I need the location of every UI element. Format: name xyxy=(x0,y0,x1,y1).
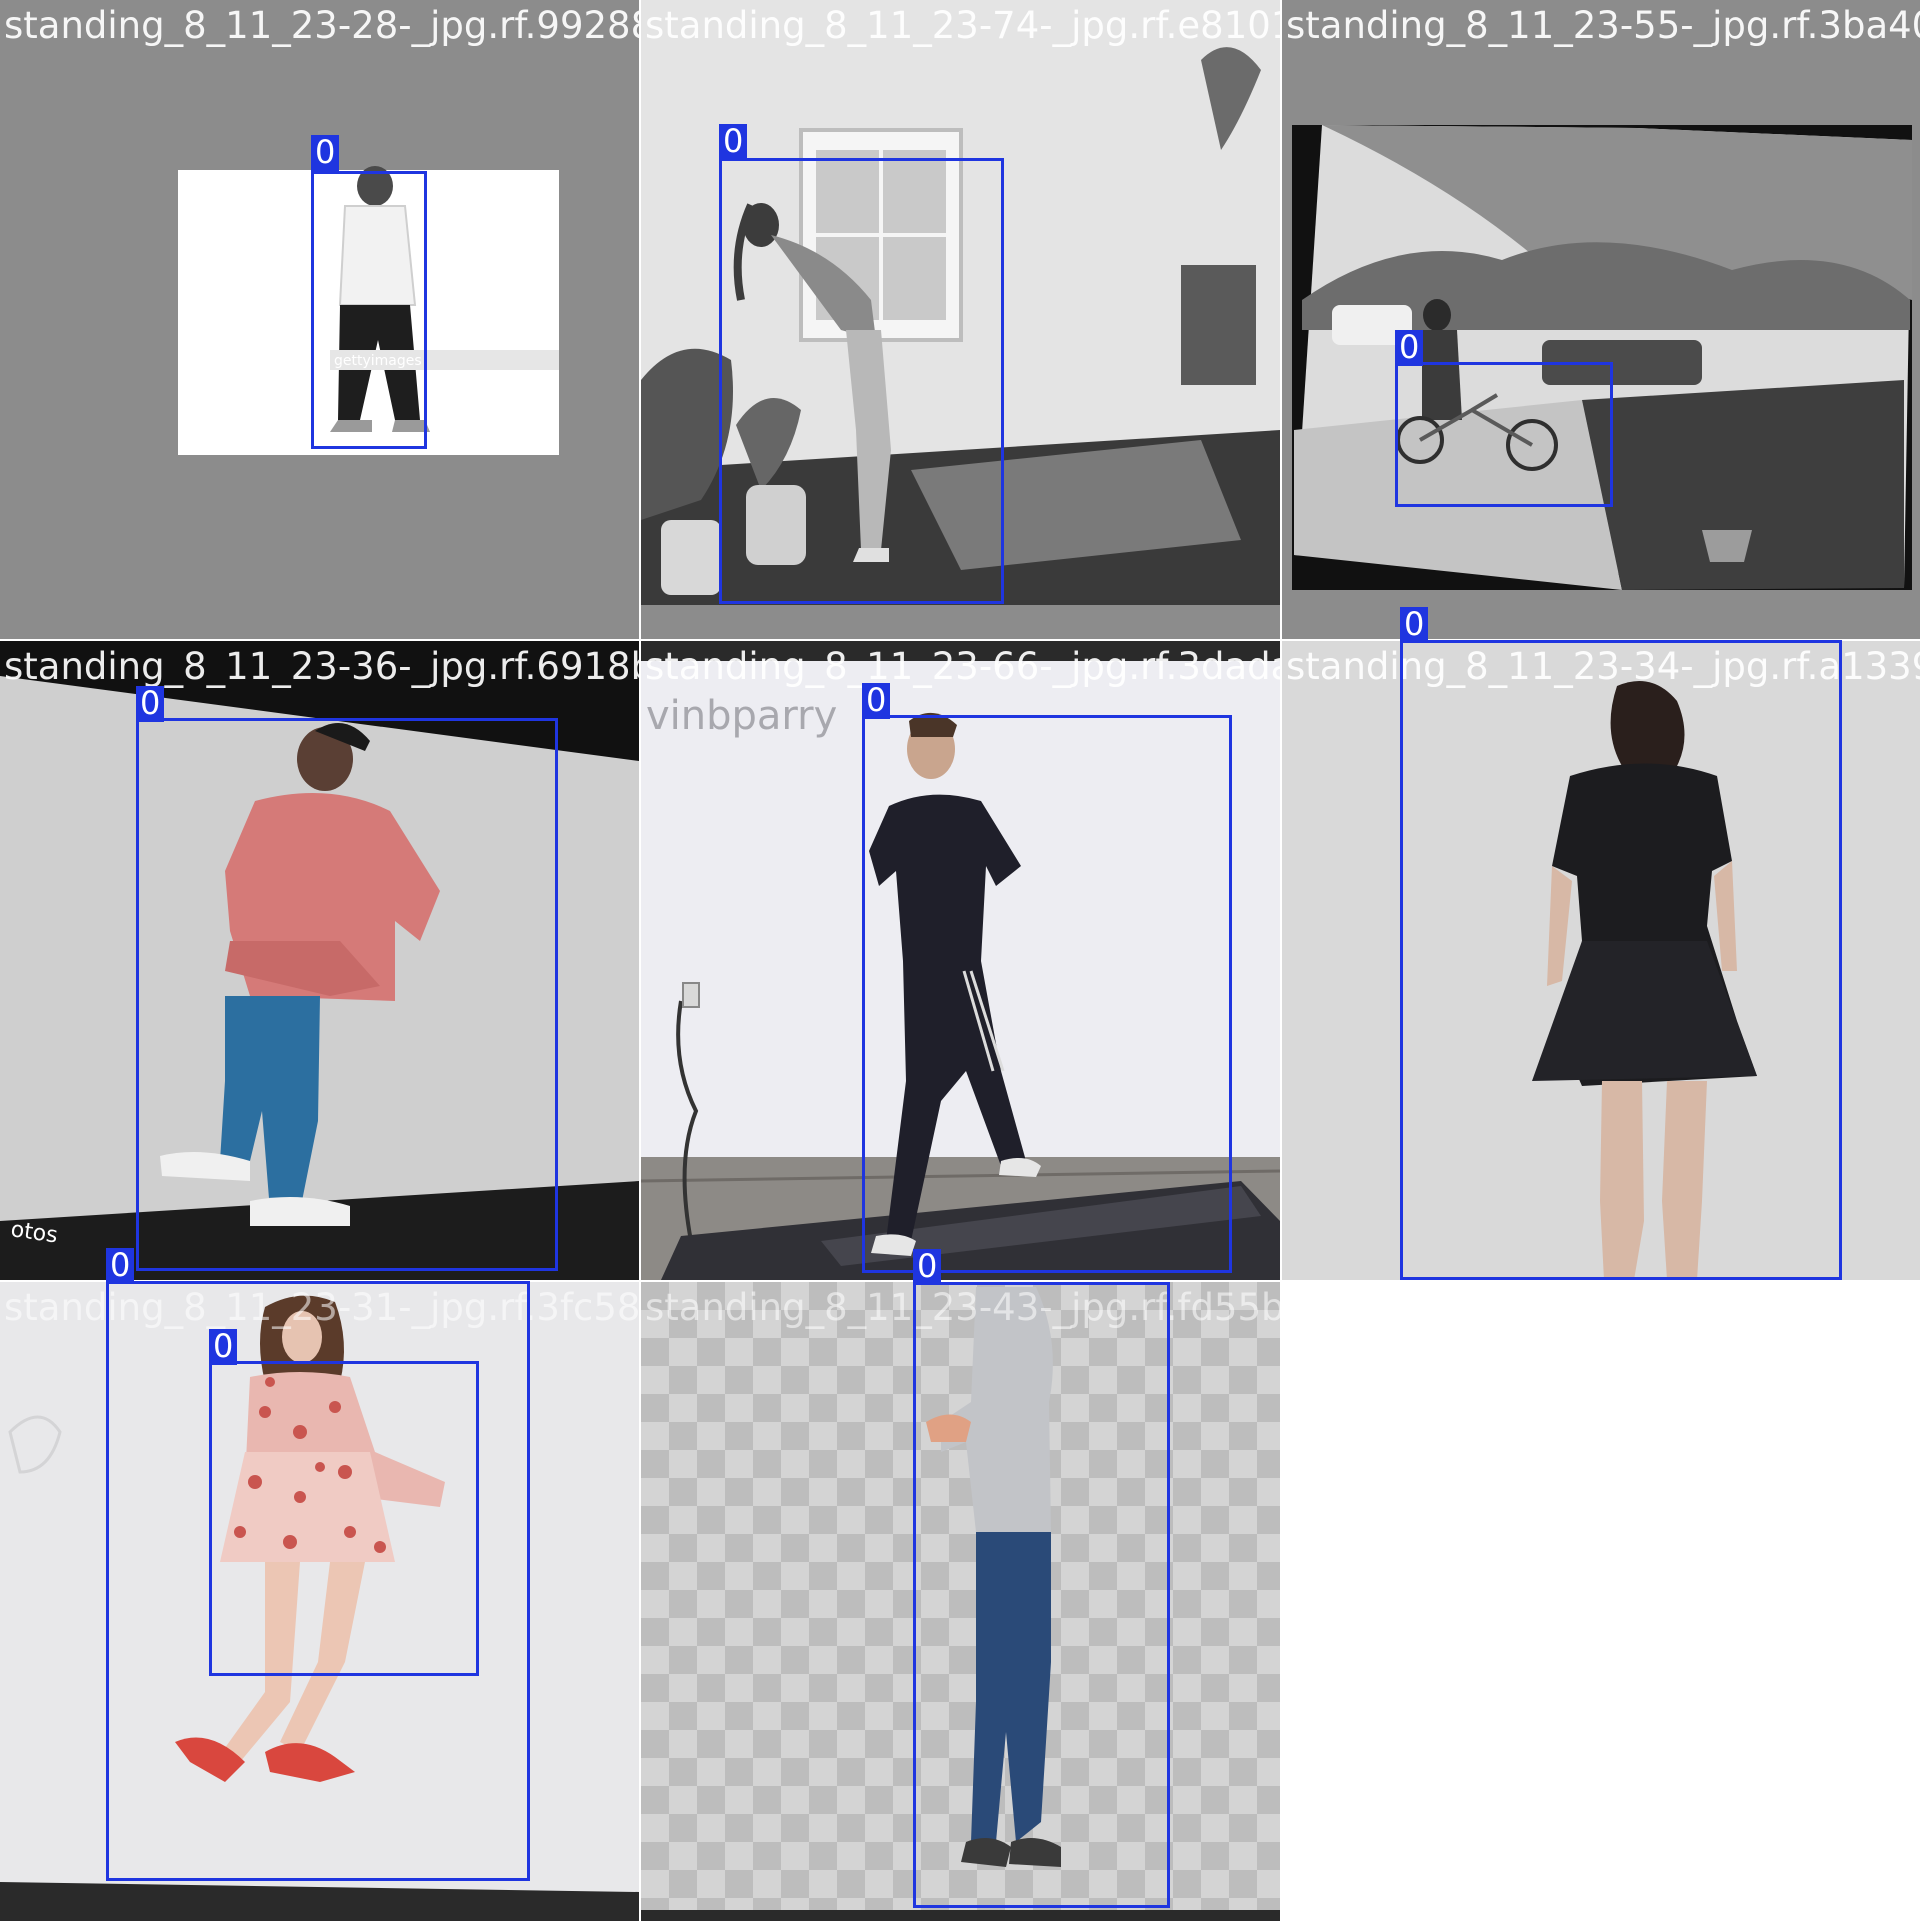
scene-photo-woman-bending xyxy=(641,0,1280,639)
image-filename-caption: standing_8_11_23-43-_jpg.rf.fd55bd646f42 xyxy=(645,1286,1280,1329)
mosaic-tile: standing_8_11_23-55-_jpg.rf.3ba4054 xyxy=(1282,0,1920,639)
image-filename-caption: standing_8_11_23-31-_jpg.rf.3fc5852c6e5 xyxy=(4,1286,639,1329)
mosaic-tile: standing_8_11_23-74-_jpg.rf.e8101a0ad7e7 xyxy=(641,0,1280,639)
image-filename-caption: standing_8_11_23-55-_jpg.rf.3ba4054 xyxy=(1286,4,1920,47)
watermark-text: vinbparry xyxy=(646,693,837,739)
mosaic-tile: standing_8_11_23-43-_jpg.rf.fd55bd646f42 xyxy=(641,1282,1280,1921)
image-filename-caption: standing_8_11_23-74-_jpg.rf.e8101a0ad7e7 xyxy=(645,4,1280,47)
watermark-text: gettyimages xyxy=(334,353,422,369)
empty-tile xyxy=(1282,1282,1920,1920)
detection-mosaic: gettyimages standing_8_11_23-28-_jpg.rf.… xyxy=(0,0,1920,1921)
mosaic-tile: vinbparry standing_8_11_23-66-_jpg.rf.3d… xyxy=(641,641,1280,1280)
image-filename-caption: standing_8_11_23-34-_jpg.rf.a1339d3 xyxy=(1286,645,1920,688)
mosaic-tile: gettyimages standing_8_11_23-28-_jpg.rf.… xyxy=(0,0,639,639)
image-filename-caption: standing_8_11_23-28-_jpg.rf.99288ee69a xyxy=(4,4,639,47)
scene-photo-woman-black-dress xyxy=(1282,641,1920,1280)
scene-photo-man-standing: gettyimages xyxy=(0,0,639,639)
scene-photo-person-pink-shirt: otos xyxy=(0,641,639,1280)
scene-photo-woman-floral-dress xyxy=(0,1282,639,1921)
image-filename-caption: standing_8_11_23-66-_jpg.rf.3dada4173110 xyxy=(645,645,1280,688)
scene-photo-man-treadmill: vinbparry xyxy=(641,641,1280,1280)
mosaic-tile: otos standing_8_11_23-36-_jpg.rf.6918b66… xyxy=(0,641,639,1280)
scene-photo-street-bicycle xyxy=(1282,0,1920,639)
mosaic-tile: standing_8_11_23-31-_jpg.rf.3fc5852c6e5 xyxy=(0,1282,639,1921)
image-filename-caption: standing_8_11_23-36-_jpg.rf.6918b66f2a0t xyxy=(4,645,639,688)
mosaic-tile: standing_8_11_23-34-_jpg.rf.a1339d3 xyxy=(1282,641,1920,1280)
scene-photo-man-gray-sweater xyxy=(641,1282,1280,1921)
